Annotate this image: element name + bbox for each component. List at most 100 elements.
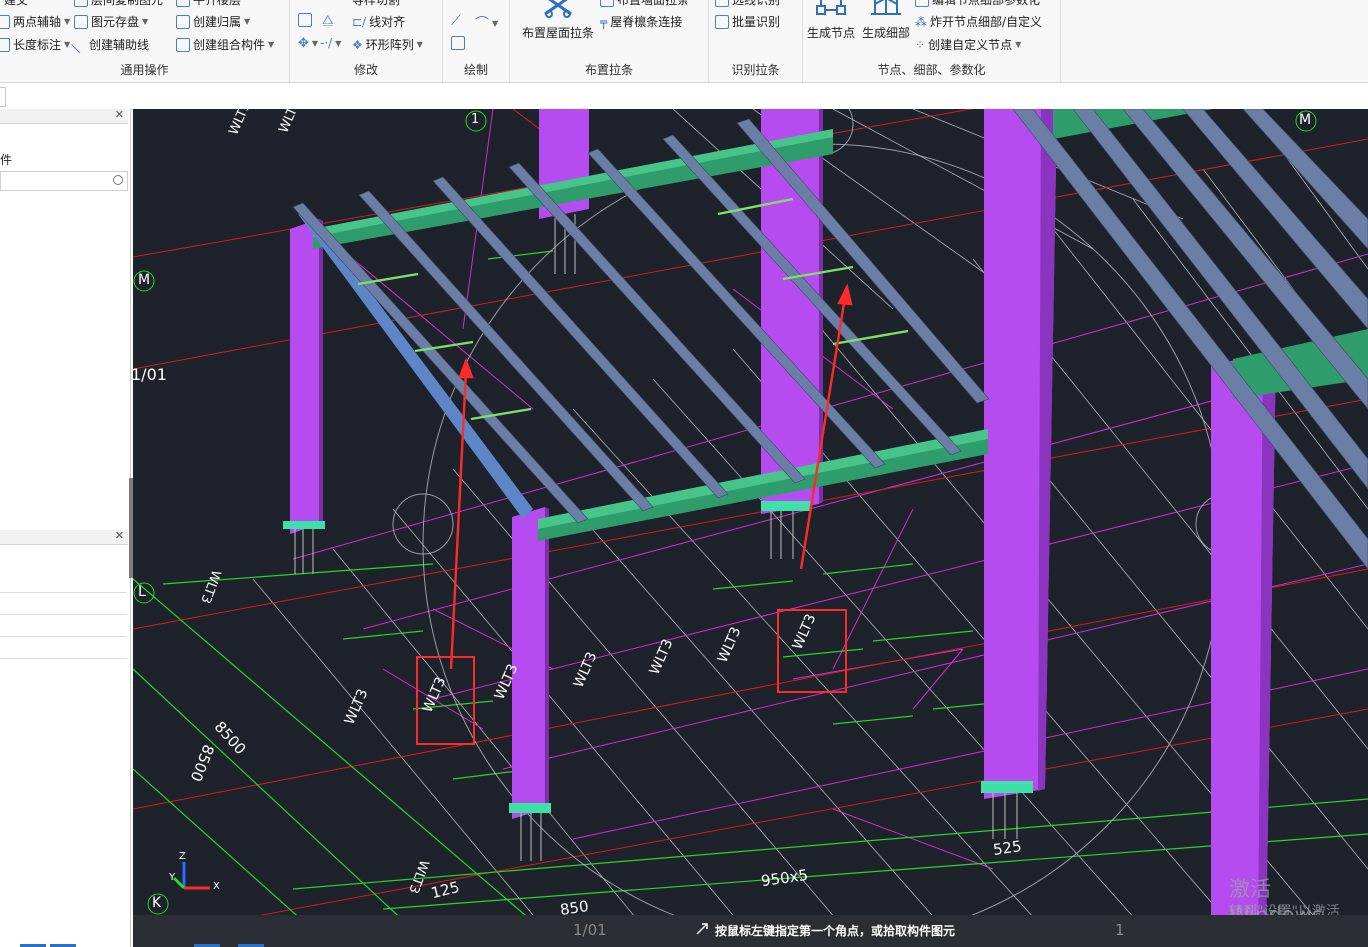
group-title-general: 通用操作	[120, 63, 169, 77]
command-prompt: 按鼠标左键指定第一个角点，或拾取构件图元	[715, 924, 956, 938]
tool-edit-node-params[interactable]: 编辑节点细部参数化	[915, 0, 1040, 8]
left-panel: ✕ 件 ✕	[0, 108, 131, 947]
move-icon: ✥	[298, 36, 309, 51]
mirror-icon: ⧋	[322, 13, 334, 28]
offset-icon: -·/	[320, 36, 333, 50]
node-icon	[816, 0, 846, 15]
tool-line-align[interactable]: ⊏/线对齐	[352, 13, 405, 30]
group-title-node-detail: 节点、细部、参数化	[877, 63, 986, 77]
property-row[interactable]	[0, 616, 127, 637]
tool-create-group-component[interactable]: 创建组合构件 ▼	[176, 36, 274, 53]
group-node-detail: 生成节点 生成细部 编辑节点细部参数化 ⁂ 炸开节点细部/自定义 ⁘ 创建自定义节点…	[803, 0, 1061, 82]
tool-mirror[interactable]: ⧋	[322, 13, 334, 28]
roof-tie-rod-icon	[544, 0, 572, 18]
edit-node-icon	[915, 0, 929, 7]
arc-icon: ⌒	[475, 16, 489, 32]
chevron-down-icon: ▼	[268, 40, 275, 49]
tool-draw-line[interactable]: ⟋	[451, 13, 461, 29]
axis-label-1: 1	[471, 112, 480, 127]
chevron-down-icon: ▼	[416, 40, 423, 49]
detail-icon	[871, 0, 901, 15]
axis-label-m-right: M	[1299, 112, 1312, 128]
tool-jianjiao[interactable]: 建交	[4, 0, 28, 8]
sub-toolbar	[0, 83, 1368, 110]
tool-move[interactable]: ✥ ▼	[298, 36, 318, 51]
axis-label-1-01: 1/01	[133, 365, 167, 384]
tool-draw-arc[interactable]: ⌒ ▼	[475, 13, 498, 33]
axis-triad-y: Y	[169, 872, 176, 883]
group-icon	[176, 37, 190, 52]
axis-label-m: M	[138, 272, 151, 288]
align-icon: ⊏/	[352, 14, 367, 29]
pick-cursor-icon	[696, 923, 708, 935]
level-icon	[176, 0, 190, 7]
wall-tie-icon	[600, 0, 614, 7]
sub-toolbar-input[interactable]	[0, 87, 6, 107]
tool-batch-identify[interactable]: 批量识别	[715, 13, 780, 30]
group-purlin-identify: 选线识别 批量识别 识别拉条	[709, 0, 803, 82]
component-search-input[interactable]	[0, 171, 128, 191]
rectangle-icon	[451, 36, 465, 50]
tool-create-custom-node[interactable]: ⁘ 创建自定义节点 ▼	[915, 36, 1021, 53]
panel-header-top: ✕	[0, 108, 128, 124]
tool-equal-cut[interactable]: 等样切割	[352, 0, 400, 8]
tool-create-belong[interactable]: 创建归属 ▼	[176, 13, 250, 30]
tool-level-floor[interactable]: 平齐楼层	[176, 0, 241, 8]
copy-icon	[298, 13, 312, 27]
tool-wall-tie-rod[interactable]: 布置墙面拉条	[600, 0, 689, 8]
purlins	[292, 109, 1368, 570]
close-icon[interactable]: ✕	[115, 108, 124, 121]
copy-icon	[74, 0, 88, 7]
axis-triad-x: X	[213, 881, 220, 892]
tool-select-line-identify[interactable]: 选线识别	[715, 0, 780, 8]
save-icon	[74, 14, 88, 29]
tool-floor-copy[interactable]: 层间复制图元	[74, 0, 163, 8]
status-axis-left: 1/01	[573, 921, 607, 939]
ribbon-toolbar: 建交 两点辅轴 ▼ 长度标注 ▼ 层间复制图元 图元存盘 ▼ 创建辅助线 平齐楼层 创…	[0, 0, 1368, 83]
close-icon[interactable]: ✕	[115, 529, 124, 542]
highlight-boxes	[416, 609, 847, 745]
group-purlin-layout: 布置屋面拉条 布置墙面拉条 ╤ 屋脊檩条连接 布置拉条	[510, 0, 709, 82]
tool-copy[interactable]	[298, 13, 315, 27]
tool-generate-node[interactable]: 生成节点	[803, 0, 859, 41]
line-icon	[71, 35, 89, 54]
property-row[interactable]	[0, 572, 127, 593]
model-viewport[interactable]: 1 M M 1/01 L K WLT3 WLT3 WLT3 WLT3 WLT3 …	[133, 109, 1368, 947]
dimension-icon	[0, 37, 10, 52]
chevron-down-icon: ▼	[142, 17, 149, 26]
chevron-down-icon: ▼	[64, 40, 71, 49]
property-row[interactable]	[0, 594, 127, 615]
batch-identify-icon	[715, 14, 729, 29]
chevron-down-icon: ▼	[335, 38, 342, 48]
tool-draw-rect[interactable]	[451, 36, 468, 50]
tool-ring-array[interactable]: ❖ 环形阵列 ▼	[352, 36, 423, 53]
chevron-down-icon: ▼	[1015, 40, 1022, 49]
line-icon: ⟋	[451, 13, 461, 29]
ring-array-icon: ❖	[352, 37, 363, 52]
tool-length-dimension[interactable]: 长度标注 ▼	[0, 36, 70, 53]
axis-icon	[0, 14, 10, 29]
axis-triad-z: Z	[179, 851, 186, 862]
chevron-down-icon: ▼	[244, 17, 251, 26]
group-draw: ⟋ ⌒ ▼ 绘制	[443, 0, 510, 82]
model-canvas[interactable]	[133, 109, 1368, 947]
ridge-icon: ╤	[600, 14, 608, 29]
axis-label-l: L	[138, 584, 146, 600]
chevron-down-icon: ▼	[64, 17, 71, 26]
tool-generate-detail[interactable]: 生成细部	[859, 0, 913, 41]
component-list-label: 件	[0, 153, 13, 167]
property-row[interactable]	[0, 638, 127, 659]
identify-icon	[715, 0, 729, 7]
tool-roof-tie-rod[interactable]: 布置屋面拉条	[520, 0, 596, 41]
command-status-bar: 1/01 按鼠标左键指定第一个角点，或拾取构件图元 1	[133, 915, 1368, 947]
tool-element-save[interactable]: 图元存盘 ▼	[74, 13, 148, 30]
panel-header-bottom: ✕	[0, 529, 128, 545]
tool-create-aux-line[interactable]: 创建辅助线	[71, 35, 149, 54]
tool-explode-node[interactable]: ⁂ 炸开节点细部/自定义	[915, 13, 1042, 30]
tool-two-point-axis[interactable]: 两点辅轴 ▼	[0, 13, 70, 30]
group-title-purlin-identify: 识别拉条	[731, 63, 780, 77]
group-title-purlin-layout: 布置拉条	[584, 63, 633, 77]
tool-offset[interactable]: -·/▼	[320, 36, 341, 50]
tool-ridge-purlin-connect[interactable]: ╤ 屋脊檩条连接	[600, 13, 682, 30]
axis-label-k: K	[152, 895, 162, 911]
